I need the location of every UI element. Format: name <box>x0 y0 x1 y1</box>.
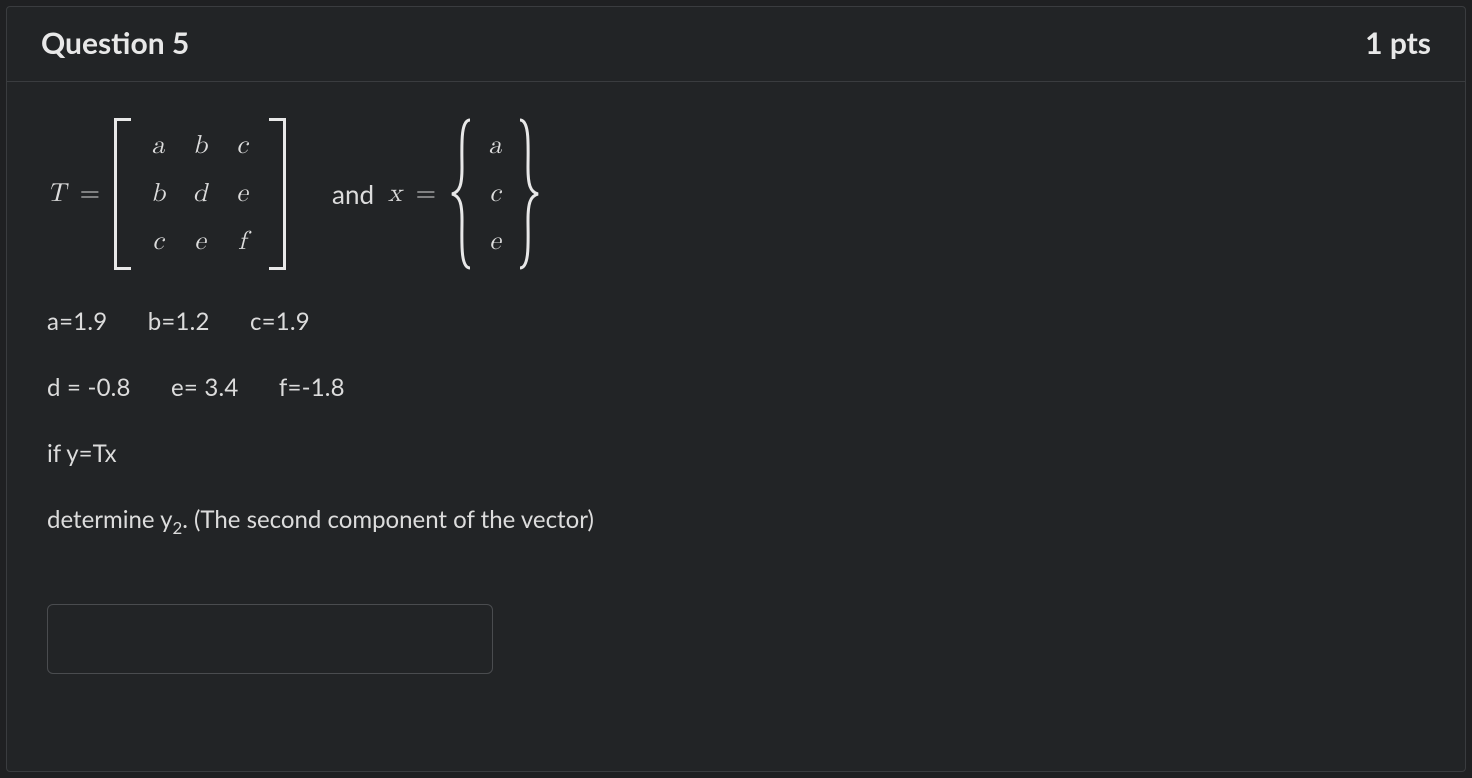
matrix-cell: c <box>152 223 164 262</box>
values-row-1: a=1.9 b=1.2 c=1.9 <box>47 304 1425 340</box>
value-b: b=1.2 <box>148 307 210 336</box>
matrix-cell: b <box>193 127 207 166</box>
matrix-cell: e <box>236 175 248 214</box>
value-d: d = -0.8 <box>47 373 131 402</box>
equals-sign: = <box>416 175 436 214</box>
and-label: and <box>332 175 374 214</box>
value-c: c=1.9 <box>250 307 310 336</box>
matrix-cell: c <box>236 127 248 166</box>
bracket-right-icon <box>269 118 286 270</box>
value-f: f=-1.8 <box>279 373 345 402</box>
line-determine: determine y2. (The second component of t… <box>47 502 1425 540</box>
matrix-cell: d <box>193 175 207 214</box>
equals-sign: = <box>80 175 100 214</box>
question-header: Question 5 1 pts <box>7 7 1465 82</box>
matrix-cell: f <box>238 223 246 262</box>
brace-right-icon <box>514 118 540 270</box>
matrix-cell: e <box>194 223 206 262</box>
question-points: 1 pts <box>1365 25 1431 61</box>
var-T: T <box>47 175 66 214</box>
matrix-cell: b <box>151 175 165 214</box>
bracket-left-icon <box>114 118 131 270</box>
vector-x: a c e <box>450 118 540 270</box>
answer-input[interactable] <box>47 604 493 674</box>
matrix-cell: a <box>152 127 165 166</box>
vector-cell: a <box>488 127 501 166</box>
line-if: if y=Tx <box>47 436 1425 472</box>
vector-column: a c e <box>476 118 514 270</box>
values-row-2: d = -0.8 e= 3.4 f=-1.8 <box>47 370 1425 406</box>
question-title: Question 5 <box>41 25 189 61</box>
matrix-grid: a b c b d e c e f <box>131 118 269 270</box>
determine-text-pre: determine y <box>47 505 172 534</box>
var-x: x <box>388 175 402 214</box>
question-card: Question 5 1 pts T = a b c b d e c e f <box>6 6 1466 772</box>
subscript-2: 2 <box>172 517 182 538</box>
value-e: e= 3.4 <box>171 373 238 402</box>
brace-left-icon <box>450 118 476 270</box>
vector-cell: e <box>489 223 501 262</box>
matrix-T: a b c b d e c e f <box>114 118 286 270</box>
equation-row: T = a b c b d e c e f and x <box>47 118 1425 270</box>
question-body: T = a b c b d e c e f and x <box>7 82 1465 704</box>
vector-cell: c <box>489 175 501 214</box>
value-a: a=1.9 <box>47 307 107 336</box>
determine-text-post: . (The second component of the vector) <box>182 505 594 534</box>
